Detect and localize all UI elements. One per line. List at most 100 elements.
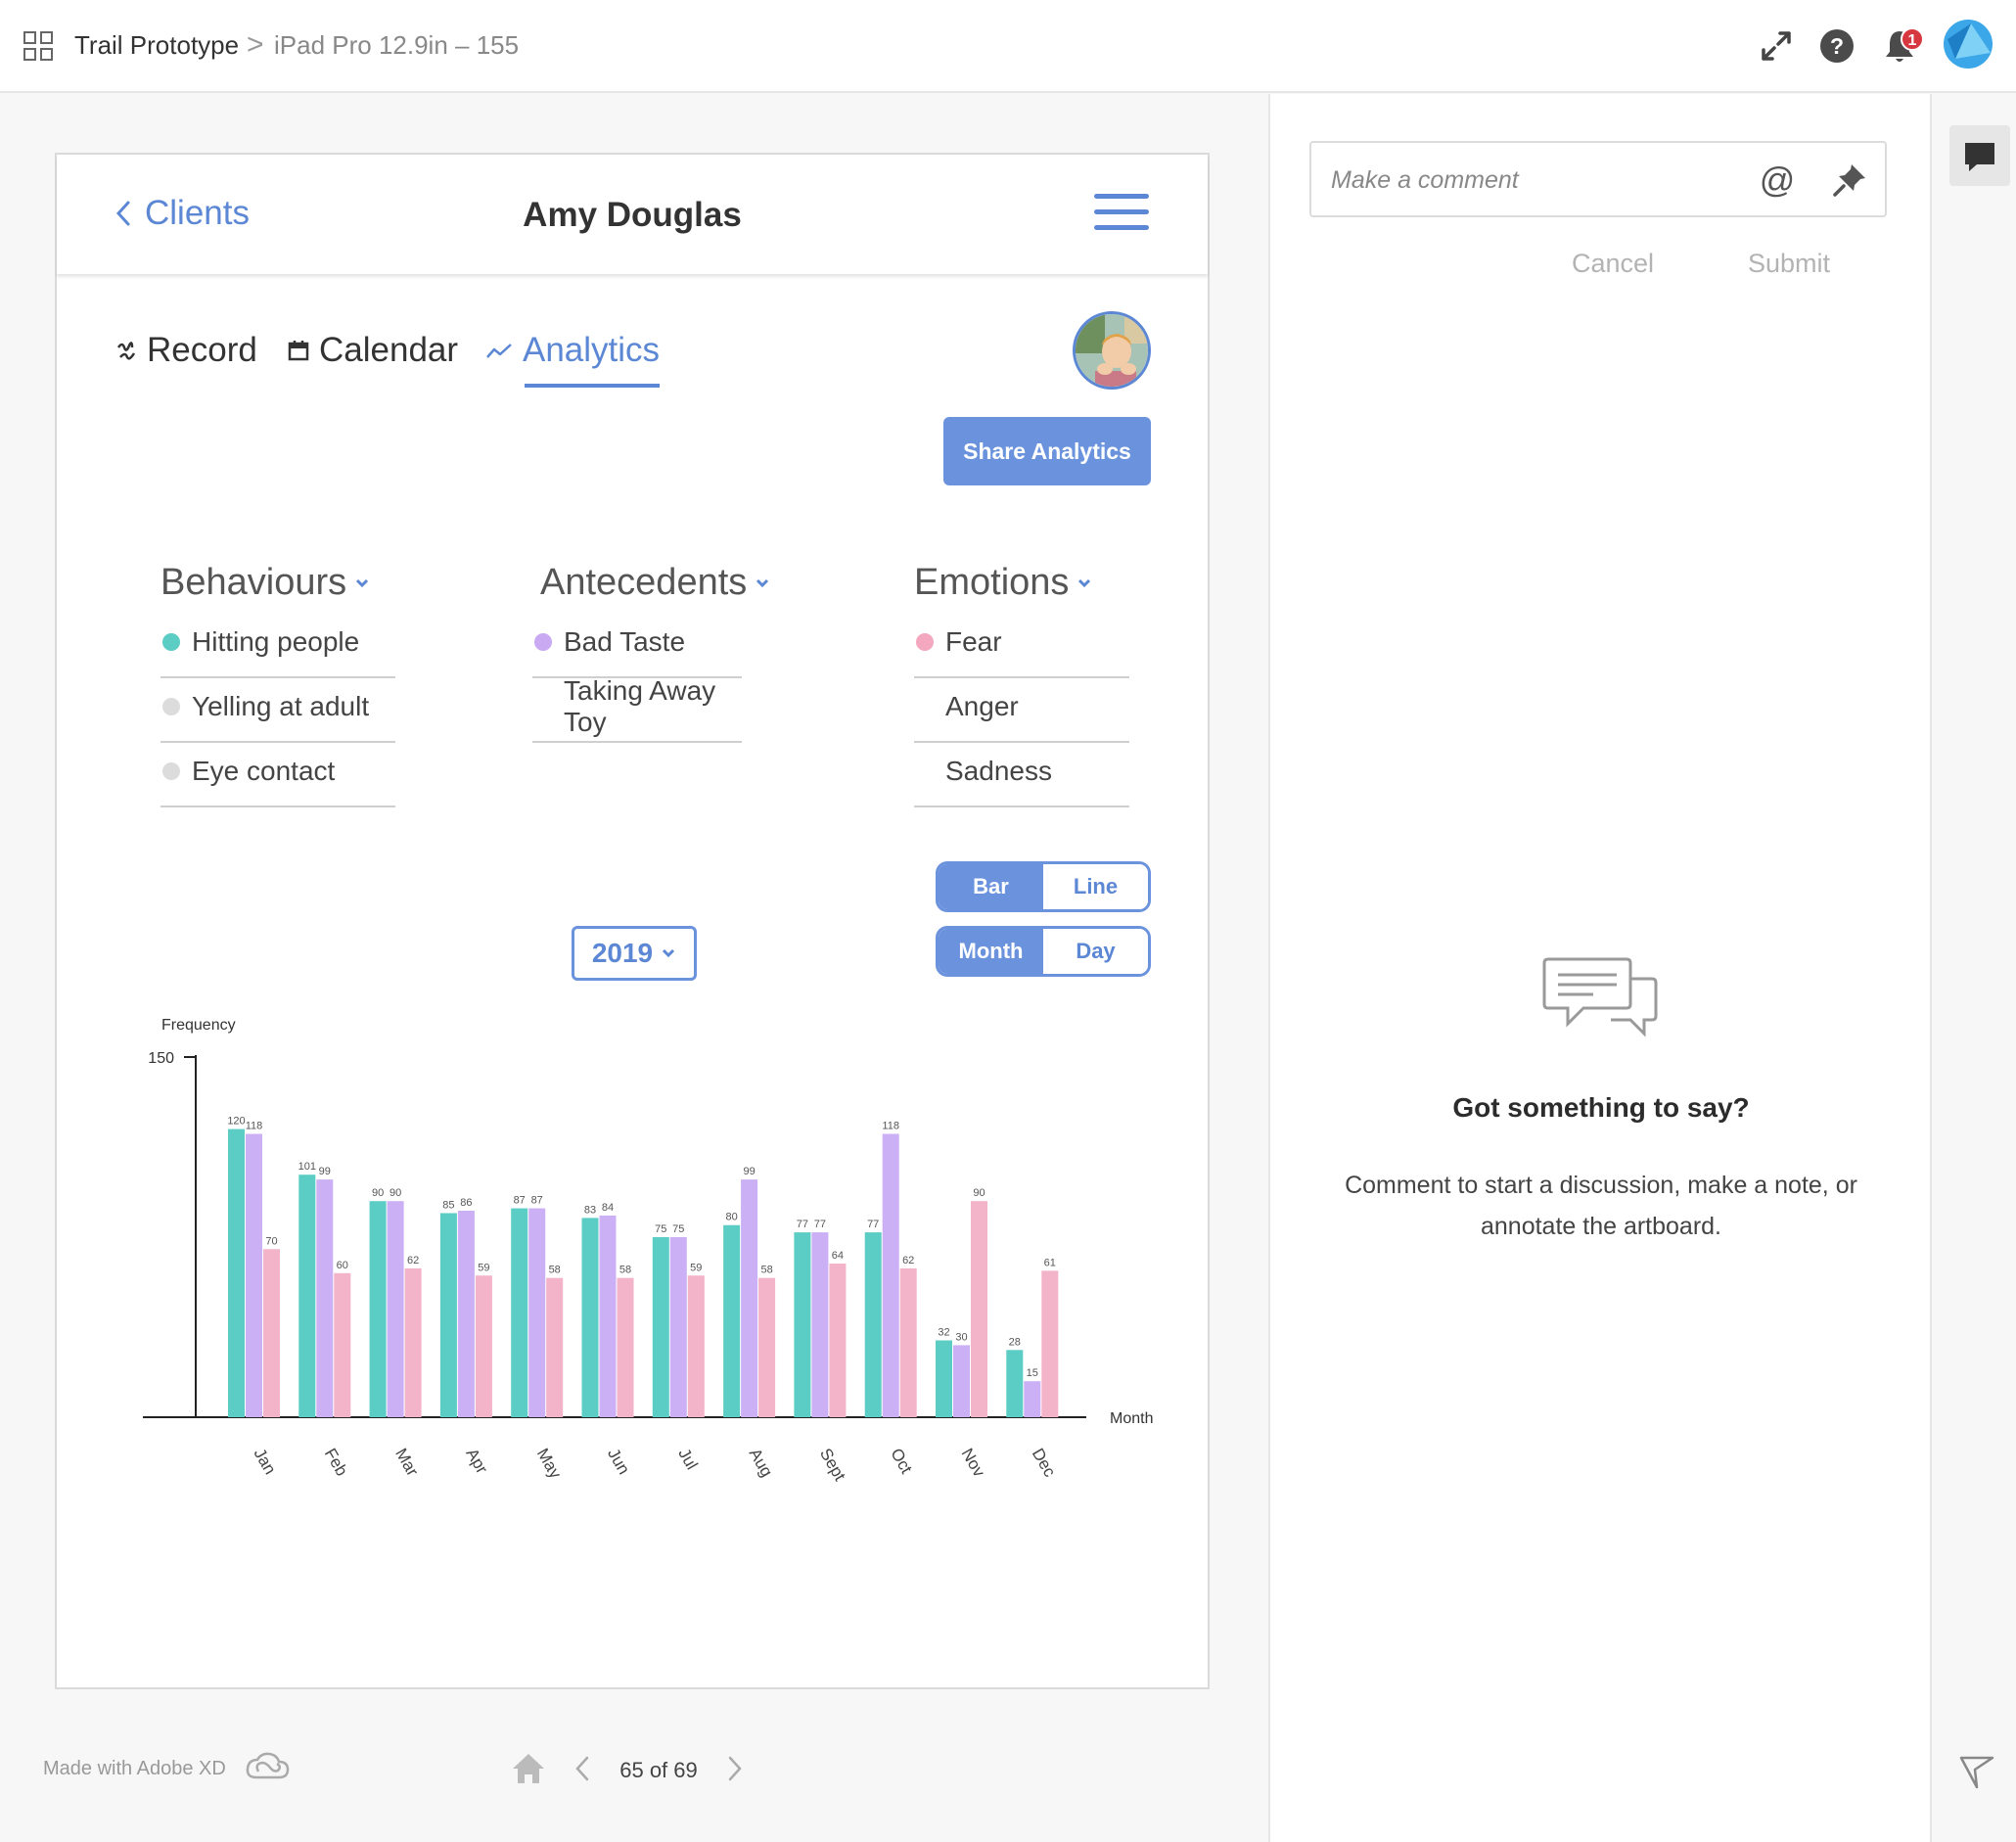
bar — [298, 1174, 316, 1417]
bar-value-label: 77 — [814, 1219, 826, 1230]
bar-value-label: 90 — [372, 1187, 384, 1199]
bar — [882, 1133, 899, 1417]
breadcrumb-page[interactable]: iPad Pro 12.9in – 155 — [274, 27, 519, 63]
x-tick-label: Nov — [958, 1446, 989, 1481]
comment-box: @ — [1309, 141, 1887, 217]
bar — [511, 1208, 528, 1417]
top-bar: Trail Prototype > iPad Pro 12.9in – 155 … — [0, 0, 2016, 93]
bar-value-label: 118 — [882, 1121, 899, 1132]
bar — [599, 1215, 617, 1417]
bar-value-label: 62 — [902, 1255, 914, 1266]
bar-value-label: 99 — [319, 1166, 331, 1177]
bar — [404, 1267, 422, 1417]
empty-state-title: Got something to say? — [1452, 1092, 1750, 1123]
flag-icon[interactable] — [1957, 1752, 1996, 1791]
bar — [899, 1267, 917, 1417]
help-icon[interactable]: ? — [1816, 25, 1857, 67]
bar-value-label: 70 — [265, 1235, 277, 1247]
bar-value-label: 64 — [832, 1250, 844, 1262]
bar-value-label: 75 — [672, 1223, 684, 1235]
bar-value-label: 58 — [619, 1265, 631, 1276]
x-tick-label: Jul — [674, 1446, 701, 1473]
comment-icon — [1965, 143, 1994, 171]
bar — [829, 1263, 847, 1417]
bar — [369, 1201, 387, 1417]
bar — [794, 1232, 811, 1417]
x-tick-label: Mar — [391, 1446, 422, 1480]
x-tick-label: Feb — [321, 1446, 351, 1480]
bar-value-label: 90 — [973, 1187, 985, 1199]
user-avatar[interactable] — [1944, 20, 1993, 69]
breadcrumb-project[interactable]: Trail Prototype — [74, 27, 239, 63]
bar-value-label: 58 — [760, 1265, 772, 1276]
bar-value-label: 90 — [389, 1187, 401, 1199]
bar — [528, 1208, 546, 1417]
pin-icon[interactable] — [1830, 161, 1869, 200]
home-icon[interactable] — [511, 1752, 546, 1785]
x-axis-label: Month — [1110, 1410, 1153, 1427]
svg-text:?: ? — [1830, 33, 1844, 59]
bar — [263, 1249, 280, 1417]
bar-value-label: 15 — [1027, 1367, 1038, 1379]
x-tick-label: Aug — [746, 1446, 777, 1481]
bar — [581, 1218, 599, 1417]
bar-value-label: 87 — [514, 1195, 526, 1207]
cancel-comment-button[interactable]: Cancel — [1572, 249, 1654, 279]
bar-value-label: 80 — [725, 1212, 737, 1223]
bar-value-label: 85 — [442, 1199, 454, 1211]
bar — [687, 1275, 705, 1417]
bar — [741, 1179, 758, 1417]
bar-value-label: 118 — [246, 1121, 263, 1132]
bar — [228, 1128, 245, 1417]
bar-value-label: 62 — [407, 1255, 419, 1266]
bar-value-label: 61 — [1044, 1257, 1056, 1268]
comment-input[interactable] — [1331, 159, 1742, 202]
bar-value-label: 77 — [867, 1219, 879, 1230]
x-tick-label: Jun — [604, 1446, 633, 1478]
bar — [669, 1237, 687, 1417]
bar-value-label: 99 — [743, 1166, 755, 1177]
mention-icon[interactable]: @ — [1758, 159, 1797, 202]
bar — [316, 1179, 334, 1417]
bar-value-label: 58 — [549, 1265, 561, 1276]
bar-value-label: 59 — [478, 1262, 489, 1273]
bar — [758, 1277, 776, 1417]
comment-bubbles-icon — [1542, 957, 1658, 1037]
bar-value-label: 30 — [955, 1331, 967, 1343]
comments-panel: @ Cancel Submit Got something to say? Co… — [1268, 94, 1930, 1842]
bar — [457, 1211, 475, 1417]
creative-cloud-icon — [246, 1752, 290, 1779]
fullscreen-icon[interactable] — [1756, 25, 1797, 67]
bar-value-label: 59 — [690, 1262, 702, 1273]
x-tick-label: Oct — [887, 1446, 916, 1478]
bar — [936, 1340, 952, 1417]
bar — [475, 1275, 492, 1417]
bar — [439, 1213, 457, 1417]
bar — [1041, 1270, 1059, 1417]
bar — [811, 1232, 829, 1417]
grid-icon[interactable] — [23, 31, 53, 61]
right-rail — [1930, 94, 2016, 1842]
x-tick-label: Sept — [816, 1446, 849, 1485]
bar — [723, 1224, 741, 1417]
empty-state-text: Comment to start a discussion, make a no… — [1345, 1172, 1857, 1240]
artboard: Clients Amy Douglas Record Calendar Anal… — [55, 153, 1210, 1689]
bar-value-label: 32 — [938, 1326, 949, 1338]
bar — [971, 1201, 987, 1417]
bar — [652, 1237, 669, 1417]
bar — [387, 1201, 404, 1417]
next-page-icon[interactable] — [724, 1754, 746, 1783]
bar — [546, 1277, 564, 1417]
x-tick-label: Dec — [1029, 1446, 1060, 1481]
bar-value-label: 87 — [531, 1195, 543, 1207]
bar — [1024, 1381, 1041, 1417]
y-axis-label: Frequency — [161, 1017, 236, 1034]
bar-value-label: 101 — [298, 1161, 316, 1173]
x-tick-label: Apr — [462, 1446, 491, 1478]
made-with-xd-label: Made with Adobe XD — [43, 1758, 226, 1779]
bar-value-label: 86 — [460, 1197, 472, 1209]
comments-toggle-button[interactable] — [1949, 125, 2010, 186]
submit-comment-button[interactable]: Submit — [1748, 249, 1830, 279]
bar-value-label: 77 — [797, 1219, 808, 1230]
previous-page-icon[interactable] — [572, 1754, 593, 1783]
